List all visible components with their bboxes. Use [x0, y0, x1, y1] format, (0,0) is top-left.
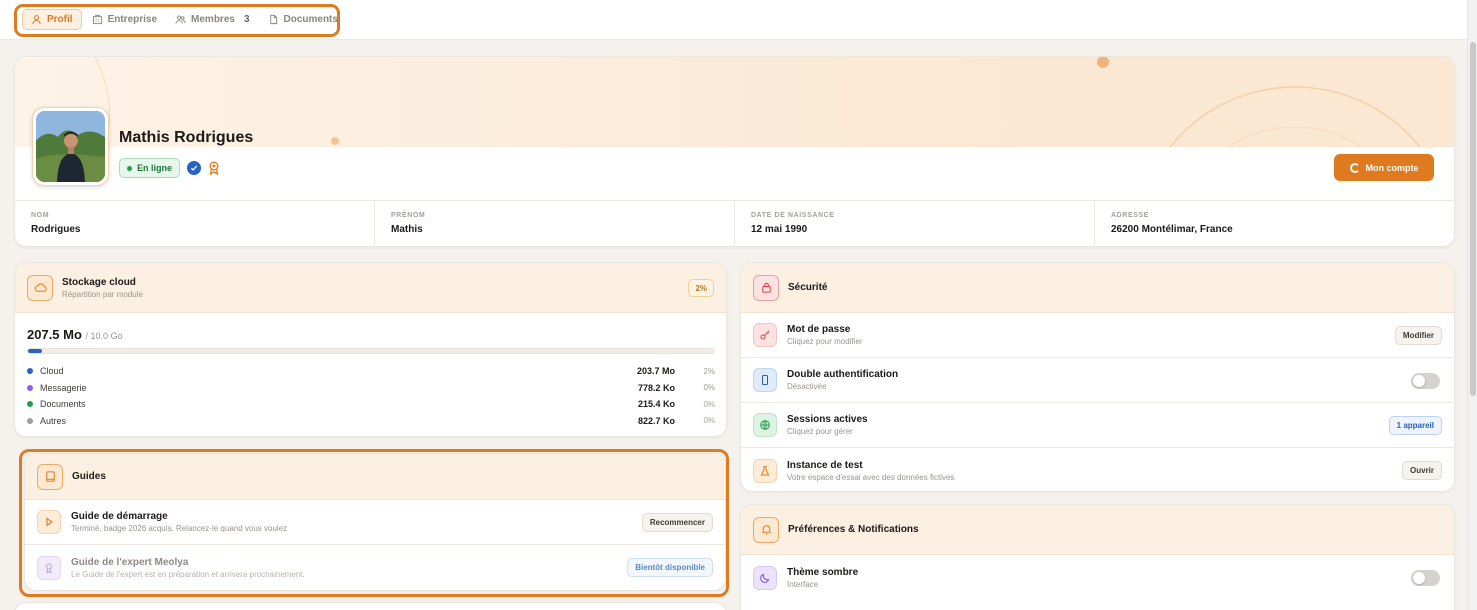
my-account-label: Mon compte: [1365, 162, 1419, 173]
security-item-title: Instance de test: [787, 459, 863, 471]
legend-item-autres: Autres 822.7 Ko 0%: [27, 413, 715, 430]
security-card: Sécurité Mot de passe Cliquez pour modif…: [740, 262, 1455, 492]
legend-percent: 2%: [703, 366, 715, 376]
profile-info-row: NOM Rodrigues PRÉNOM Mathis DATE DE NAIS…: [15, 200, 1454, 246]
tabs-highlight-outline: [14, 4, 340, 37]
storage-progress-fill: [28, 349, 42, 353]
moon-icon: [753, 565, 777, 590]
modify-password-button[interactable]: Modifier: [1394, 326, 1442, 345]
storage-percent-badge: 2%: [688, 279, 714, 297]
status-badge: En ligne: [119, 158, 181, 178]
preference-item-dark-theme: Thème sombre Interface: [741, 555, 1454, 600]
info-label: PRÉNOM: [391, 212, 426, 219]
legend-size: 778.2 Ko: [637, 382, 675, 393]
legend-size: 215.4 Ko: [637, 399, 675, 410]
status-label: En ligne: [137, 163, 173, 173]
online-dot: [127, 165, 132, 171]
loading-icon: [1349, 162, 1360, 173]
legend-name: Messagerie: [40, 382, 87, 393]
toggle-knob: [1413, 572, 1425, 584]
security-item-test-instance[interactable]: Instance de test Votre espace d'essai av…: [741, 448, 1454, 491]
security-item-password[interactable]: Mot de passe Cliquez pour modifier Modif…: [741, 313, 1454, 358]
security-item-title: Sessions actives: [787, 414, 868, 425]
preference-item-subtitle: Interface: [787, 579, 819, 589]
next-card-left: [14, 602, 727, 610]
info-adresse: ADRESSE 26200 Montélimar, France: [1095, 201, 1454, 246]
toggle-knob: [1413, 375, 1425, 387]
info-nom: NOM Rodrigues: [15, 201, 375, 246]
preferences-card: Préférences & Notifications Thème sombre…: [740, 504, 1455, 610]
security-item-2fa: Double authentification Désactivée: [741, 358, 1454, 403]
legend-percent: 0%: [703, 383, 715, 393]
profile-card: Mathis Rodrigues En ligne Mon compte NOM…: [14, 56, 1455, 247]
info-label: ADRESSE: [1111, 212, 1150, 219]
bell-icon: [753, 516, 779, 543]
preferences-header: Préférences & Notifications: [741, 505, 1454, 555]
open-test-instance-button[interactable]: Ouvrir: [1401, 461, 1442, 480]
storage-used: 207.5 Mo / 10.0 Go: [27, 327, 123, 342]
storage-legend: Cloud 203.7 Mo 2% Messagerie 778.2 Ko 0%…: [27, 363, 715, 429]
info-value: 12 mai 1990: [751, 224, 808, 235]
info-value: Rodrigues: [31, 224, 81, 235]
security-item-subtitle: Cliquez pour gérer: [787, 427, 853, 436]
security-item-title: Mot de passe: [787, 324, 851, 335]
security-item-sessions[interactable]: Sessions actives Cliquez pour gérer 1 ap…: [741, 403, 1454, 448]
my-account-button[interactable]: Mon compte: [1334, 154, 1434, 181]
legend-name: Cloud: [40, 366, 64, 377]
legend-item-documents: Documents 215.4 Ko 0%: [27, 396, 715, 413]
storage-subtitle: Répartition par module: [62, 289, 143, 299]
lock-icon: [753, 274, 779, 301]
legend-dot: [27, 368, 33, 375]
info-date-naissance: DATE DE NAISSANCE 12 mai 1990: [735, 201, 1095, 246]
legend-item-messagerie: Messagerie 778.2 Ko 0%: [27, 380, 715, 397]
info-prenom: PRÉNOM Mathis: [375, 201, 735, 246]
storage-used-value: 207.5 Mo: [27, 327, 82, 342]
security-item-subtitle: Désactivée: [787, 382, 827, 391]
scrollbar-thumb[interactable]: [1470, 42, 1476, 396]
verified-icon: [187, 161, 202, 175]
award-icon: [209, 161, 219, 175]
security-item-subtitle: Votre espace d'essai avec des données fi…: [787, 472, 955, 482]
storage-quota: / 10.0 Go: [85, 331, 123, 341]
security-item-subtitle: Cliquez pour modifier: [787, 337, 863, 346]
security-item-title: Double authentification: [787, 369, 899, 380]
storage-card: Stockage cloud Répartition par module 2%…: [14, 262, 727, 437]
info-label: NOM: [31, 212, 50, 219]
page-scrollbar[interactable]: [1467, 0, 1477, 610]
flask-icon: [753, 458, 777, 483]
legend-name: Documents: [40, 399, 86, 410]
storage-header: Stockage cloud Répartition par module 2%: [15, 263, 726, 313]
guides-highlight-outline: [19, 449, 729, 597]
two-factor-toggle[interactable]: [1411, 373, 1440, 389]
cloud-icon: [27, 274, 53, 301]
dark-theme-toggle[interactable]: [1411, 570, 1440, 586]
profile-badges: En ligne: [119, 158, 220, 178]
active-sessions-button[interactable]: 1 appareil: [1388, 416, 1442, 435]
legend-percent: 0%: [703, 399, 715, 409]
legend-name: Autres: [40, 415, 67, 426]
storage-title: Stockage cloud: [62, 276, 136, 288]
avatar-photo: [36, 111, 105, 182]
legend-size: 822.7 Ko: [637, 415, 675, 426]
key-icon: [753, 323, 777, 347]
legend-dot: [27, 401, 33, 408]
phone-icon: [753, 368, 777, 392]
profile-name: Mathis Rodrigues: [119, 129, 254, 146]
legend-item-cloud: Cloud 203.7 Mo 2%: [27, 363, 715, 380]
info-value: Mathis: [391, 224, 423, 235]
avatar[interactable]: [32, 107, 109, 186]
legend-size: 203.7 Mo: [636, 366, 675, 377]
legend-dot: [27, 417, 33, 424]
info-label: DATE DE NAISSANCE: [751, 212, 835, 219]
legend-percent: 0%: [703, 416, 715, 426]
legend-dot: [27, 384, 33, 391]
security-title: Sécurité: [788, 282, 828, 293]
preferences-title: Préférences & Notifications: [788, 524, 919, 535]
preference-item-title: Thème sombre: [787, 566, 859, 578]
security-header: Sécurité: [741, 263, 1454, 313]
globe-icon: [753, 413, 777, 437]
info-value: 26200 Montélimar, France: [1111, 224, 1233, 235]
storage-progress-bar: [27, 348, 715, 354]
